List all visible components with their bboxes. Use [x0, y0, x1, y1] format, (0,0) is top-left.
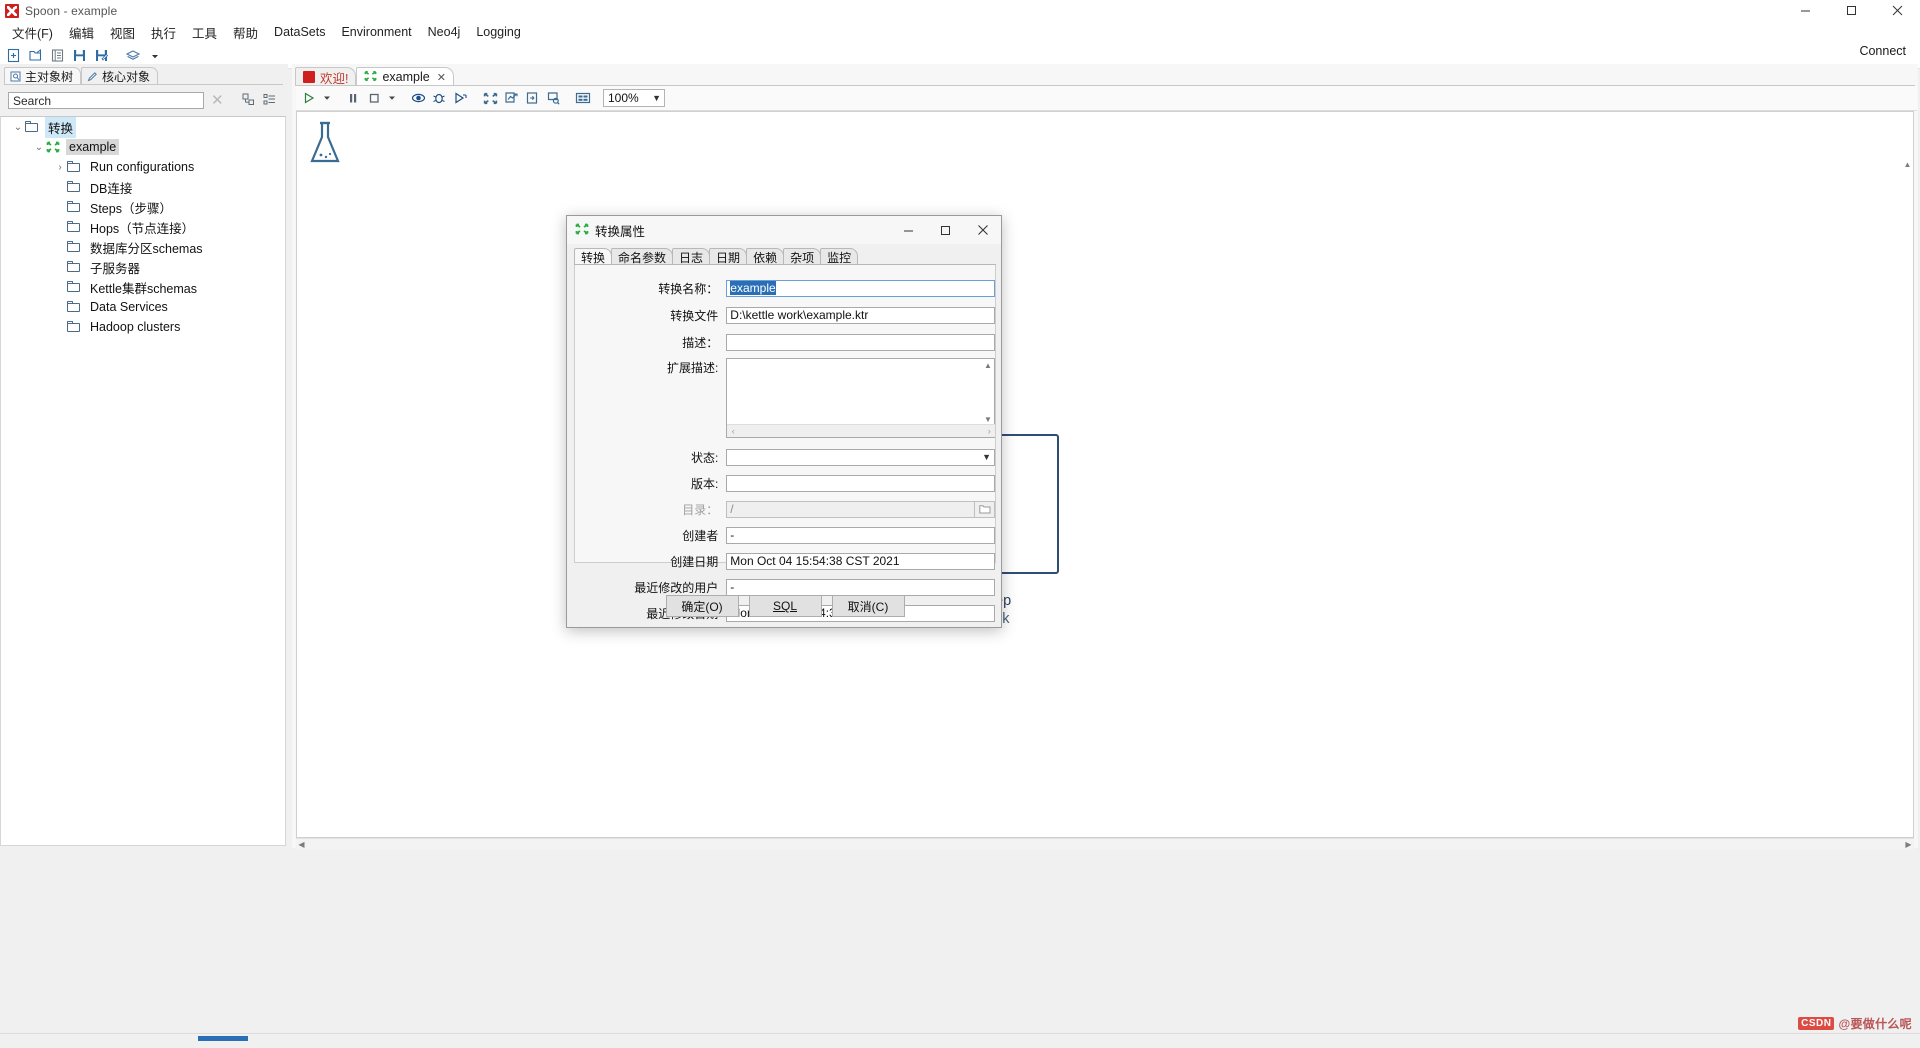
label-directory: 目录： — [682, 502, 719, 517]
dialog-tab-transformation[interactable]: 转换 — [574, 248, 613, 265]
extended-description-horizontal-scrollbar[interactable]: ‹ › — [727, 424, 996, 437]
input-transformation-name-value: example — [730, 281, 776, 295]
label-version: 版本: — [690, 476, 719, 491]
input-extended-description[interactable]: ▲ ▼ ‹ › — [726, 358, 996, 438]
maximize-icon[interactable] — [927, 216, 964, 244]
label-last-modified-by: 最近修改的用户 — [634, 580, 719, 595]
field-row-created-by: 创建者 - — [575, 524, 995, 546]
scroll-right-icon[interactable]: › — [983, 425, 995, 437]
dialog-tab-dates[interactable]: 日期 — [709, 248, 748, 265]
field-row-extended-description: 扩展描述: ▲ ▼ ‹ › — [575, 358, 996, 440]
scroll-up-icon[interactable]: ▲ — [982, 359, 994, 371]
label-description: 描述： — [682, 335, 719, 350]
cancel-button[interactable]: 取消(C) — [831, 595, 905, 617]
input-created-by-value: - — [730, 528, 735, 542]
scroll-left-icon[interactable]: ‹ — [727, 425, 739, 437]
label-created-date: 创建日期 — [670, 554, 719, 569]
chevron-down-icon[interactable]: ▼ — [982, 452, 991, 462]
dialog-title-bar: 转换属性 — [567, 216, 1001, 244]
ok-button-label: 确定(O) — [681, 599, 723, 614]
input-created-date-value: Mon Oct 04 15:54:38 CST 2021 — [730, 554, 900, 568]
sql-button-label: SQL — [772, 599, 797, 613]
field-row-transformation-name: 转换名称： example — [575, 277, 995, 299]
input-directory: / — [726, 500, 976, 518]
modal-overlay: 转换属性 转换 命名参数 日志 日期 依赖 杂项 监控 转换名称： exampl… — [0, 0, 1920, 1048]
dialog-tabs: 转换 命名参数 日志 日期 依赖 杂项 监控 — [574, 248, 859, 265]
input-description[interactable] — [726, 333, 995, 351]
extended-description-vertical-scrollbar[interactable]: ▲ ▼ — [982, 359, 994, 425]
input-transformation-file-value: D:\kettle work\example.ktr — [730, 308, 869, 322]
dialog-body: 转换名称： example 转换文件 D:\kettle work\exampl… — [574, 265, 996, 622]
field-row-created-date: 创建日期 Mon Oct 04 15:54:38 CST 2021 — [575, 550, 995, 572]
field-row-version: 版本: — [575, 472, 995, 494]
label-status: 状态: — [690, 450, 719, 465]
label-created-by: 创建者 — [682, 528, 719, 543]
field-row-status: 状态: ▼ — [575, 446, 995, 468]
input-transformation-name[interactable]: example — [726, 279, 995, 297]
field-row-directory: 目录： / — [575, 498, 995, 520]
minimize-icon[interactable] — [890, 216, 927, 244]
input-transformation-file[interactable]: D:\kettle work\example.ktr — [726, 306, 995, 324]
cancel-button-label: 取消(C) — [847, 599, 889, 614]
select-status[interactable]: ▼ — [726, 448, 995, 466]
dialog-button-bar: 确定(O) SQL 取消(C) — [567, 595, 1003, 617]
transformation-properties-dialog: 转换属性 转换 命名参数 日志 日期 依赖 杂项 监控 转换名称： exampl… — [566, 215, 1002, 628]
input-last-modified-by-value: - — [730, 580, 735, 594]
dialog-tab-misc[interactable]: 杂项 — [783, 248, 822, 265]
input-directory-value: / — [730, 502, 734, 516]
input-version[interactable] — [726, 474, 995, 492]
dialog-tab-logging[interactable]: 日志 — [672, 248, 711, 265]
dialog-tab-named-parameters[interactable]: 命名参数 — [611, 248, 674, 265]
spoon-application-window: Spoon - example 文件(F) 编辑 视图 执行 工具 帮助 Dat… — [0, 0, 1920, 1048]
transformation-icon — [575, 223, 589, 238]
label-transformation-name: 转换名称： — [658, 281, 719, 296]
close-icon[interactable] — [964, 216, 1001, 244]
sql-button[interactable]: SQL — [748, 595, 822, 617]
dialog-tab-monitoring[interactable]: 监控 — [820, 248, 859, 265]
field-row-transformation-file: 转换文件 D:\kettle work\example.ktr — [575, 304, 995, 326]
dialog-title: 转换属性 — [595, 224, 646, 239]
folder-browse-icon[interactable] — [975, 500, 995, 518]
ok-button[interactable]: 确定(O) — [665, 595, 739, 617]
label-transformation-file: 转换文件 — [670, 308, 719, 323]
dialog-tab-dependencies[interactable]: 依赖 — [746, 248, 785, 265]
field-row-description: 描述： — [575, 331, 995, 353]
label-extended-description: 扩展描述: — [666, 361, 719, 375]
input-created-by[interactable]: - — [726, 526, 995, 544]
input-created-date[interactable]: Mon Oct 04 15:54:38 CST 2021 — [726, 552, 995, 570]
dialog-window-controls — [890, 216, 1001, 244]
input-last-modified-by[interactable]: - — [726, 578, 995, 596]
